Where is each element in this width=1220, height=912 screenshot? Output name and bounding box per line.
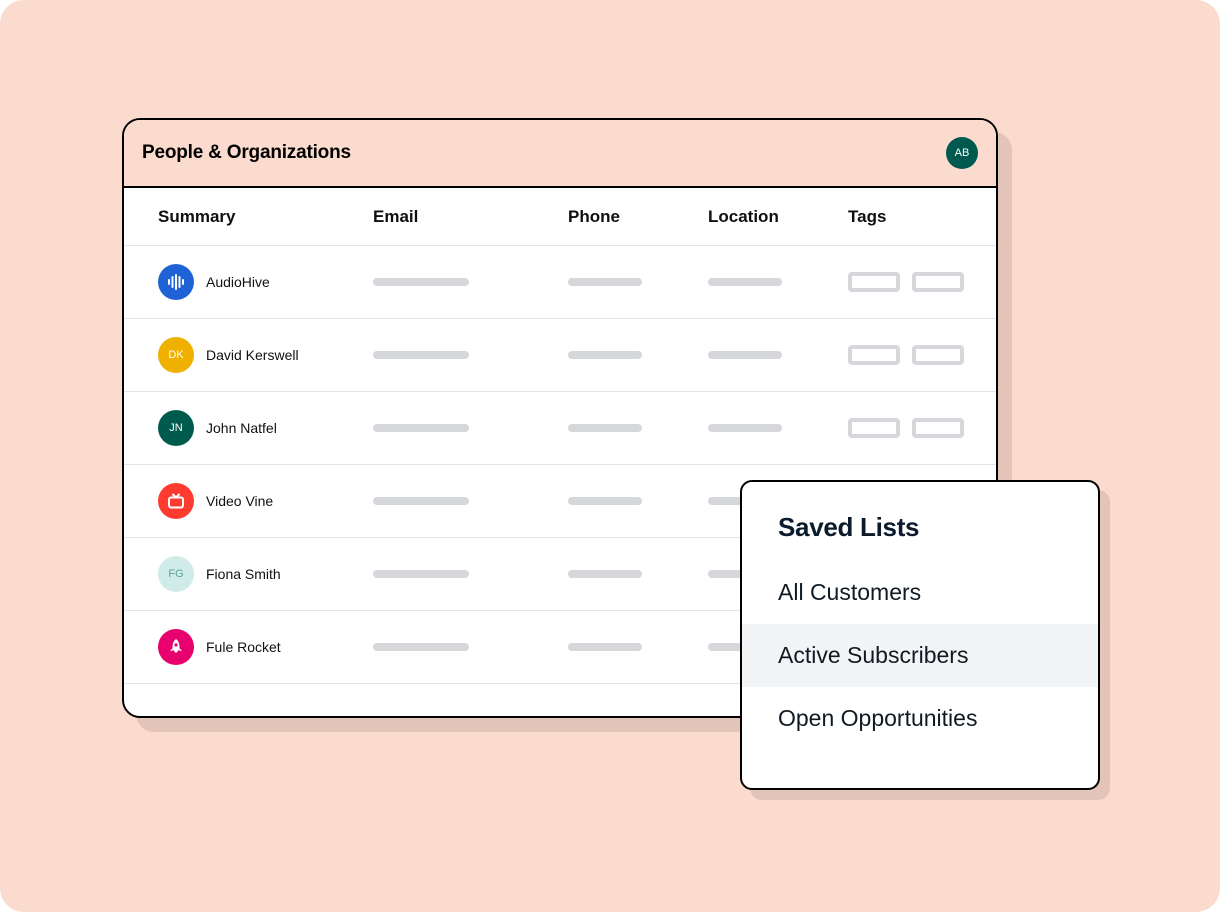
initials-badge: JN [158, 410, 194, 446]
col-header-email[interactable]: Email [373, 207, 568, 227]
tag-pill[interactable] [848, 418, 900, 438]
location-cell [708, 278, 848, 286]
summary-cell: JN John Natfel [158, 410, 373, 446]
row-name[interactable]: Fiona Smith [206, 566, 281, 582]
badge-initials: FG [168, 568, 183, 580]
tag-pill[interactable] [912, 418, 964, 438]
stage: People & Organizations AB Summary Email … [0, 0, 1220, 912]
placeholder-bar [568, 351, 642, 359]
phone-cell [568, 497, 708, 505]
placeholder-bar [373, 497, 469, 505]
col-header-location[interactable]: Location [708, 207, 848, 227]
placeholder-bar [708, 351, 782, 359]
placeholder-bar [373, 643, 469, 651]
tags-cell [848, 345, 964, 365]
popover-title: Saved Lists [742, 482, 1098, 561]
location-cell [708, 351, 848, 359]
table-header-row: Summary Email Phone Location Tags [124, 188, 996, 246]
placeholder-bar [373, 278, 469, 286]
row-name[interactable]: AudioHive [206, 274, 270, 290]
initials-badge: DK [158, 337, 194, 373]
saved-list-item[interactable]: Active Subscribers [742, 624, 1098, 687]
col-header-summary[interactable]: Summary [158, 207, 373, 227]
summary-cell: FG Fiona Smith [158, 556, 373, 592]
summary-cell: AudioHive [158, 264, 373, 300]
email-cell [373, 278, 568, 286]
summary-cell: Fule Rocket [158, 629, 373, 665]
email-cell [373, 643, 568, 651]
email-cell [373, 424, 568, 432]
col-header-phone[interactable]: Phone [568, 207, 708, 227]
saved-list-item[interactable]: Open Opportunities [742, 687, 1098, 750]
col-header-tags[interactable]: Tags [848, 207, 962, 227]
saved-list-item[interactable]: All Customers [742, 561, 1098, 624]
placeholder-bar [568, 424, 642, 432]
tag-pill[interactable] [848, 345, 900, 365]
user-avatar[interactable]: AB [946, 137, 978, 169]
tv-icon [158, 483, 194, 519]
placeholder-bar [568, 570, 642, 578]
placeholder-bar [568, 497, 642, 505]
row-name[interactable]: David Kerswell [206, 347, 299, 363]
table-row[interactable]: AudioHive [124, 246, 996, 319]
window-header: People & Organizations AB [124, 120, 996, 188]
row-name[interactable]: Video Vine [206, 493, 273, 509]
tag-pill[interactable] [912, 272, 964, 292]
phone-cell [568, 643, 708, 651]
summary-cell: DK David Kerswell [158, 337, 373, 373]
waveform-icon [158, 264, 194, 300]
table-row[interactable]: JN John Natfel [124, 392, 996, 465]
badge-initials: JN [169, 422, 182, 434]
tag-pill[interactable] [912, 345, 964, 365]
badge-initials: DK [168, 349, 183, 361]
phone-cell [568, 570, 708, 578]
phone-cell [568, 278, 708, 286]
tag-pill[interactable] [848, 272, 900, 292]
placeholder-bar [708, 278, 782, 286]
email-cell [373, 351, 568, 359]
row-name[interactable]: Fule Rocket [206, 639, 281, 655]
placeholder-bar [373, 570, 469, 578]
rocket-icon [158, 629, 194, 665]
initials-badge: FG [158, 556, 194, 592]
placeholder-bar [373, 351, 469, 359]
phone-cell [568, 351, 708, 359]
summary-cell: Video Vine [158, 483, 373, 519]
email-cell [373, 570, 568, 578]
saved-lists-popover: Saved Lists All CustomersActive Subscrib… [740, 480, 1100, 790]
row-name[interactable]: John Natfel [206, 420, 277, 436]
phone-cell [568, 424, 708, 432]
location-cell [708, 424, 848, 432]
placeholder-bar [708, 424, 782, 432]
window-title: People & Organizations [142, 142, 351, 164]
placeholder-bar [568, 643, 642, 651]
tags-cell [848, 418, 964, 438]
table-row[interactable]: DK David Kerswell [124, 319, 996, 392]
placeholder-bar [568, 278, 642, 286]
email-cell [373, 497, 568, 505]
placeholder-bar [373, 424, 469, 432]
tags-cell [848, 272, 964, 292]
